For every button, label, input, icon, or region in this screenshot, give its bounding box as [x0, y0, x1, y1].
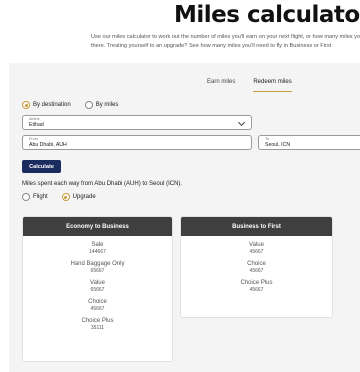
- card-row: Value 65667: [23, 279, 172, 293]
- radio-selected-icon: [22, 101, 30, 109]
- to-label: To: [265, 137, 270, 141]
- to-value: Seoul, ICN: [265, 142, 291, 148]
- radio-label: By destination: [33, 102, 71, 108]
- page-title: Miles calculator: [174, 2, 360, 28]
- card-rows: Value 45667 Choice 45667 Choice Plus 456…: [181, 241, 332, 293]
- card-title: Economy to Business: [23, 217, 172, 236]
- tab-redeem-miles[interactable]: Redeem miles: [253, 79, 292, 92]
- radio-label: Upgrade: [72, 194, 96, 200]
- radio-label: By miles: [95, 102, 119, 108]
- from-field[interactable]: From Abu Dhabi, AUH: [22, 135, 252, 150]
- airline-value: Etihad: [29, 122, 44, 128]
- card-row: Choice Plus 45667: [181, 279, 332, 293]
- fare-label: Sale: [91, 242, 104, 248]
- fare-label: Choice: [247, 261, 266, 267]
- card-rows: Sale 144667 Hand Baggage Only 65667 Valu…: [23, 241, 172, 331]
- miles-tabs: Earn miles Redeem miles: [207, 79, 292, 92]
- radio-selected-icon: [61, 193, 70, 201]
- fare-label: Choice Plus: [81, 318, 114, 324]
- card-row: Hand Baggage Only 65667: [23, 260, 172, 274]
- airline-select[interactable]: Airline Etihad: [22, 115, 252, 130]
- fare-label: Value: [249, 242, 264, 248]
- radio-unselected-icon: [22, 193, 30, 201]
- card-row: Sale 144667: [23, 241, 172, 255]
- radio-by-destination[interactable]: By destination: [22, 101, 71, 109]
- redeem-type-radio-group: Flight Upgrade: [22, 193, 96, 201]
- calculate-button[interactable]: Calculate: [22, 160, 61, 173]
- radio-flight[interactable]: Flight: [22, 193, 48, 201]
- airline-label: Airline: [29, 117, 40, 121]
- miles-value: 35111: [90, 325, 105, 331]
- radio-unselected-icon: [84, 101, 93, 109]
- radio-by-miles[interactable]: By miles: [84, 101, 119, 109]
- upgrade-card-economy-to-business: Economy to Business Sale 144667 Hand Bag…: [22, 216, 173, 362]
- miles-value: 65667: [90, 287, 105, 293]
- miles-value: 45667: [249, 249, 264, 255]
- result-text: Miles spent each way from Abu Dhabi (AUH…: [22, 181, 183, 187]
- miles-value: 45667: [249, 287, 264, 293]
- card-title: Business to First: [181, 217, 332, 236]
- radio-upgrade[interactable]: Upgrade: [61, 193, 96, 201]
- to-field[interactable]: To Seoul, ICN: [258, 135, 360, 150]
- intro-line-2: there. Treating yourself to an upgrade? …: [91, 42, 332, 49]
- intro-line-1: Use our miles calculator to work out the…: [91, 34, 360, 40]
- from-label: From: [29, 137, 38, 141]
- fare-label: Value: [90, 280, 105, 286]
- fare-label: Hand Baggage Only: [70, 261, 125, 267]
- from-value: Abu Dhabi, AUH: [29, 142, 67, 148]
- card-row: Choice 45667: [23, 298, 172, 312]
- search-mode-radio-group: By destination By miles: [22, 101, 118, 109]
- card-row: Choice Plus 35111: [23, 317, 172, 331]
- miles-value: 45667: [249, 268, 264, 274]
- card-row: Value 45667: [181, 241, 332, 255]
- chevron-down-icon: [237, 118, 246, 127]
- card-row: Choice 45667: [181, 260, 332, 274]
- fare-label: Choice Plus: [240, 280, 273, 286]
- upgrade-card-business-to-first: Business to First Value 45667 Choice 456…: [180, 216, 333, 318]
- radio-label: Flight: [33, 194, 48, 200]
- intro-text: Use our miles calculator to work out the…: [91, 33, 360, 50]
- fare-label: Choice: [88, 299, 107, 305]
- miles-value: 45667: [90, 306, 105, 312]
- miles-value: 65667: [90, 268, 105, 274]
- miles-value: 144667: [89, 249, 106, 255]
- tab-earn-miles[interactable]: Earn miles: [207, 79, 235, 92]
